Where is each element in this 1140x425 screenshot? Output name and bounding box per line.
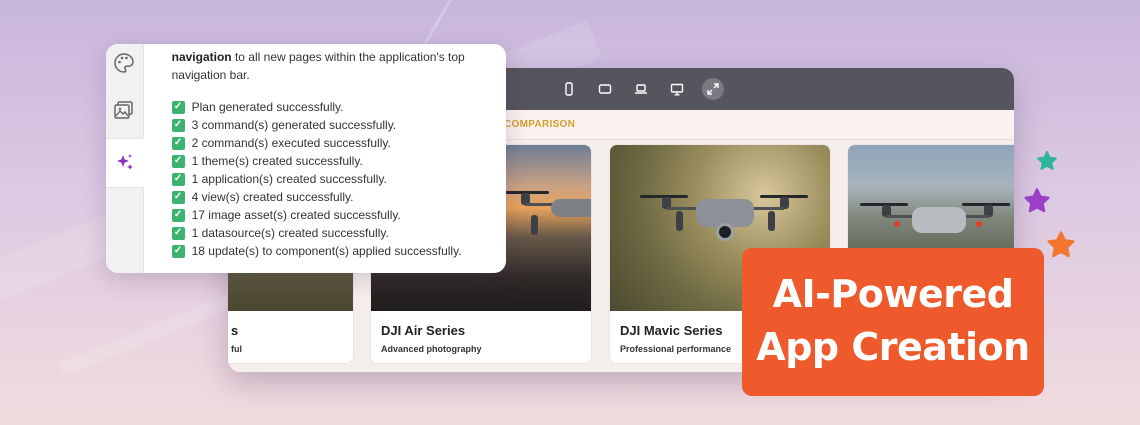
- ai-build-log-panel: navigation to all new pages within the a…: [106, 44, 506, 273]
- sidebar-item-theme[interactable]: [106, 44, 143, 82]
- drone-image: [858, 195, 1014, 245]
- status-item: ✓ 2 command(s) executed successfully.: [171, 134, 506, 152]
- status-item: ✓ 3 command(s) generated successfully.: [171, 116, 506, 134]
- checkbox-checked-icon: ✓: [171, 154, 185, 168]
- product-title: DJI Air Series: [381, 323, 466, 338]
- checkbox-checked-icon: ✓: [171, 226, 185, 240]
- panel-sidebar: [106, 44, 144, 273]
- tablet-view-icon[interactable]: [594, 78, 616, 100]
- star-icon: [1024, 188, 1050, 213]
- status-item: ✓ Plan generated successfully.: [171, 98, 506, 116]
- checkbox-checked-icon: ✓: [171, 190, 185, 204]
- fullscreen-icon[interactable]: [702, 78, 724, 100]
- drone-image: [640, 189, 810, 249]
- checkbox-checked-icon: ✓: [171, 244, 185, 258]
- checkbox-checked-icon: ✓: [171, 118, 185, 132]
- status-item: ✓ 4 view(s) created successfully.: [171, 188, 506, 206]
- badge-line-1: AI-Powered: [772, 272, 1014, 316]
- sidebar-item-ai[interactable]: [106, 138, 144, 188]
- badge-line-2: App Creation: [756, 325, 1030, 369]
- star-icon: [1037, 150, 1057, 170]
- ai-sparkle-icon: [116, 154, 133, 170]
- image-gallery-icon: [114, 101, 134, 119]
- product-title: s: [231, 323, 239, 338]
- drone-image: [491, 185, 591, 245]
- star-icon: [1047, 231, 1075, 258]
- checkbox-checked-icon: ✓: [171, 100, 185, 114]
- product-subtitle: Advanced photography: [381, 344, 482, 354]
- nav-link-comparison[interactable]: COMPARISON: [504, 119, 575, 130]
- desktop-view-icon[interactable]: [666, 78, 688, 100]
- checkbox-checked-icon: ✓: [171, 136, 185, 150]
- status-item: ✓ 1 application(s) created successfully.: [171, 170, 506, 188]
- status-item: ✓ 17 image asset(s) created successfully.: [171, 206, 506, 224]
- product-subtitle: ful: [231, 344, 242, 354]
- build-log-content: navigation to all new pages within the a…: [144, 44, 506, 273]
- status-item: ✓ 1 theme(s) created successfully.: [171, 152, 506, 170]
- mobile-view-icon[interactable]: [558, 78, 580, 100]
- laptop-view-icon[interactable]: [630, 78, 652, 100]
- palette-icon: [114, 53, 135, 73]
- status-item: ✓ 1 datasource(s) created successfully.: [171, 224, 506, 242]
- status-item: ✓ 18 update(s) to component(s) applied su…: [171, 242, 506, 260]
- checkbox-checked-icon: ✓: [171, 172, 185, 186]
- sidebar-item-assets[interactable]: [106, 82, 143, 138]
- checkbox-checked-icon: ✓: [171, 208, 185, 222]
- promo-badge: AI-Powered App Creation: [742, 248, 1044, 396]
- intro-text: navigation to all new pages within the a…: [171, 50, 465, 82]
